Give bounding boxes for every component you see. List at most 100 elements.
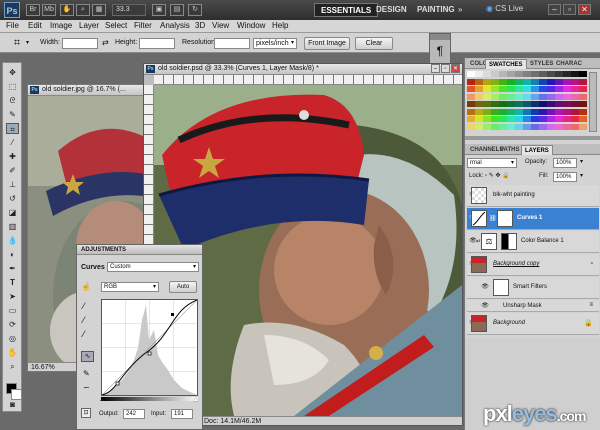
menu-3d[interactable]: 3D — [195, 21, 205, 30]
gradient-tool-icon[interactable]: ▥ — [6, 221, 19, 232]
move-tool-icon[interactable]: ✥ — [6, 67, 19, 78]
color-swatch[interactable] — [563, 108, 571, 115]
color-swatch[interactable] — [483, 101, 491, 107]
color-swatch[interactable] — [491, 71, 499, 77]
color-swatch[interactable] — [515, 71, 523, 77]
color-swatch[interactable] — [563, 93, 571, 100]
visibility-eye-icon[interactable]: 👁 — [481, 283, 489, 291]
color-swatch[interactable] — [539, 86, 547, 92]
color-swatch[interactable] — [539, 78, 547, 85]
color-swatch[interactable] — [571, 93, 579, 100]
color-swatch[interactable] — [467, 123, 475, 130]
layer-row-unsharp-mask[interactable]: 👁 Unsharp Mask ≡ — [467, 300, 599, 312]
color-swatch[interactable] — [539, 116, 547, 122]
color-swatch[interactable] — [555, 123, 563, 130]
color-swatch[interactable] — [531, 71, 539, 77]
color-swatch[interactable] — [547, 101, 555, 107]
color-swatch[interactable] — [499, 123, 507, 130]
quick-mask-icon[interactable]: ◙ — [6, 399, 19, 410]
fill-input[interactable]: 100% — [553, 172, 577, 182]
color-swatch[interactable] — [539, 93, 547, 100]
color-swatch[interactable] — [571, 86, 579, 92]
hand-view-icon[interactable]: ✋ — [60, 4, 74, 16]
color-swatch[interactable] — [539, 71, 547, 77]
workspace-painting[interactable]: PAINTING — [411, 3, 461, 17]
history-brush-tool-icon[interactable]: ↺ — [6, 193, 19, 204]
color-swatch[interactable] — [531, 101, 539, 107]
color-swatch[interactable] — [531, 116, 539, 122]
color-swatch[interactable] — [491, 78, 499, 85]
preset-dropdown-icon[interactable]: ▾ — [26, 39, 29, 46]
color-swatch[interactable] — [467, 116, 475, 122]
color-swatch[interactable] — [507, 116, 515, 122]
document-tab-jpg[interactable]: Ps old soldier.jpg @ 16.7% (... — [28, 85, 148, 96]
layer-row-blk-wht-painting[interactable]: 👁 blk-wht painting — [467, 185, 599, 207]
menu-select[interactable]: Select — [105, 21, 127, 30]
color-swatch[interactable] — [555, 108, 563, 115]
color-swatch[interactable] — [467, 93, 475, 100]
smart-filter-mask-thumbnail[interactable] — [493, 279, 509, 296]
color-swatch[interactable] — [475, 93, 483, 100]
color-swatch[interactable] — [571, 116, 579, 122]
white-input-slider-icon[interactable]: ▲ — [193, 397, 199, 403]
tab-styles[interactable]: STYLES — [527, 59, 556, 69]
smooth-curve-icon[interactable]: ∽ — [83, 383, 90, 392]
color-swatch[interactable] — [579, 123, 587, 130]
path-selection-tool-icon[interactable]: ➤ — [6, 291, 19, 302]
tab-swatches[interactable]: SWATCHES — [485, 59, 527, 69]
hand-tool-icon[interactable]: ✋ — [6, 347, 19, 358]
color-swatch[interactable] — [579, 86, 587, 92]
workspace-design[interactable]: DESIGN — [370, 3, 413, 17]
tab-layers[interactable]: LAYERS — [521, 145, 553, 155]
zoom-tool-icon[interactable]: ⌕ — [6, 361, 19, 372]
color-swatch[interactable] — [467, 78, 475, 85]
layer-row-curves-1[interactable]: 👁 ⛓ Curves 1 — [467, 208, 599, 230]
clear-button[interactable]: Clear — [355, 37, 393, 50]
front-image-button[interactable]: Front Image — [304, 37, 350, 50]
color-swatch[interactable] — [531, 108, 539, 115]
color-swatch[interactable] — [507, 78, 515, 85]
color-swatch[interactable] — [563, 86, 571, 92]
color-swatch[interactable] — [523, 101, 531, 107]
menu-analysis[interactable]: Analysis — [160, 21, 190, 30]
color-swatch[interactable] — [515, 78, 523, 85]
color-swatch[interactable] — [467, 71, 475, 77]
quick-select-tool-icon[interactable]: ✎ — [6, 109, 19, 120]
swatches-grid[interactable] — [467, 71, 587, 133]
color-swatch[interactable] — [547, 78, 555, 85]
color-swatch[interactable] — [483, 93, 491, 100]
color-swatch[interactable] — [571, 101, 579, 107]
color-swatch[interactable] — [547, 108, 555, 115]
color-swatch[interactable] — [475, 78, 483, 85]
healing-brush-tool-icon[interactable]: ✚ — [6, 151, 19, 162]
color-swatch[interactable] — [523, 78, 531, 85]
tab-character[interactable]: CHARAC — [553, 59, 585, 69]
view-extras-icon[interactable]: ▤ — [170, 4, 184, 16]
color-swatch[interactable] — [467, 101, 475, 107]
color-swatch[interactable] — [523, 86, 531, 92]
color-swatch[interactable] — [515, 86, 523, 92]
crop-tool-preset-icon[interactable]: ⌗ — [10, 36, 24, 50]
color-swatch[interactable] — [579, 101, 587, 107]
color-swatch[interactable] — [539, 108, 547, 115]
resolution-unit-select[interactable]: pixels/inch — [253, 38, 297, 49]
color-swatch[interactable] — [555, 78, 563, 85]
workspace-more-icon[interactable]: » — [458, 5, 462, 14]
color-swatch[interactable] — [483, 123, 491, 130]
dodge-tool-icon[interactable]: ◐ — [6, 249, 19, 260]
3d-rotate-tool-icon[interactable]: ⟳ — [6, 319, 19, 330]
color-swatch[interactable] — [483, 116, 491, 122]
color-swatch[interactable] — [571, 123, 579, 130]
restore-button[interactable]: ▫ — [563, 4, 576, 15]
menu-edit[interactable]: Edit — [28, 21, 42, 30]
color-swatch[interactable] — [507, 93, 515, 100]
color-swatch[interactable] — [539, 123, 547, 130]
color-swatch[interactable] — [483, 78, 491, 85]
color-swatch[interactable] — [523, 123, 531, 130]
layer-row-smart-filters[interactable]: 👁 Smart Filters — [467, 277, 599, 299]
document-size-readout[interactable]: Doc: 14.1M/46.2M — [204, 418, 261, 425]
channel-select[interactable]: RGB — [101, 282, 159, 292]
crop-tool-icon[interactable]: ⌗ — [6, 123, 19, 134]
resolution-input[interactable] — [214, 38, 250, 49]
color-swatch[interactable] — [531, 123, 539, 130]
